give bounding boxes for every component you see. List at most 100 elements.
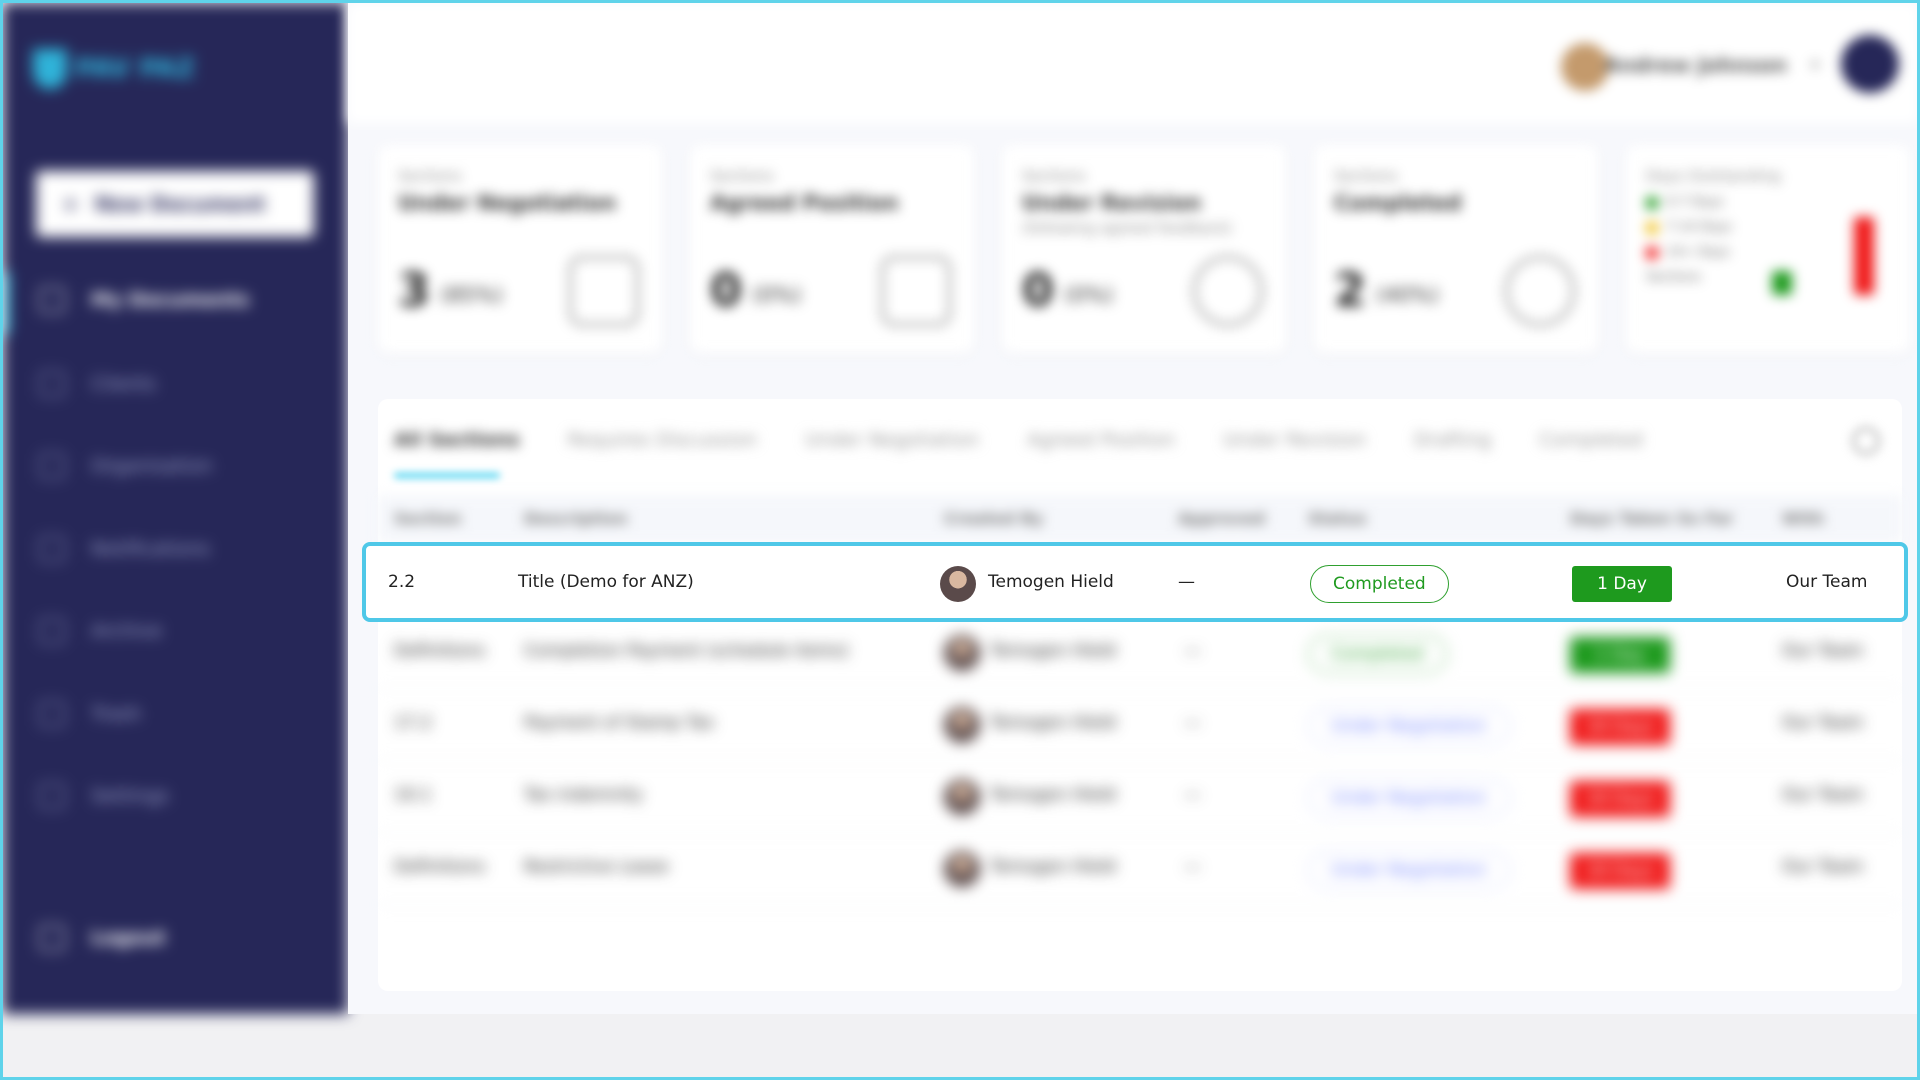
check-circle-icon xyxy=(1504,255,1576,327)
table-row[interactable]: Definitions Restrictive Lease Temogen Hi… xyxy=(378,833,1902,905)
card-title: Completed xyxy=(1334,191,1462,215)
column-header[interactable]: With xyxy=(1782,509,1824,528)
user-name[interactable]: Andrew Johnson xyxy=(1605,53,1787,77)
cell-approved: — xyxy=(1184,641,1201,661)
card-under-revision[interactable]: Sections Under Revision (following agree… xyxy=(1002,145,1286,353)
sidebar-item-my-documents[interactable]: My Documents xyxy=(39,287,249,313)
yellow-dot-icon xyxy=(1646,221,1658,234)
outstanding-title: Days Outstanding xyxy=(1646,167,1781,185)
table-header: Section Description Created By Approved … xyxy=(378,495,1902,543)
cell-approved: — xyxy=(1184,713,1201,733)
card-title: Under Negotiation xyxy=(398,191,617,215)
tab-completed[interactable]: Completed xyxy=(1539,429,1643,451)
user-icon xyxy=(39,371,65,397)
cell-created-by: Temogen Hield xyxy=(990,641,1116,661)
bar-green xyxy=(1772,271,1792,295)
active-tab-indicator xyxy=(394,473,500,478)
sidebar: PAV PAZ + New Document My Documents Clie… xyxy=(3,3,348,1014)
tab-agreed-position[interactable]: Agreed Position xyxy=(1027,429,1175,451)
card-completed[interactable]: Sections Completed 2 (40%) xyxy=(1314,145,1598,353)
cell-section: 10.1 xyxy=(394,785,432,805)
sidebar-item-archive[interactable]: Archive xyxy=(39,618,162,644)
bell-icon xyxy=(39,536,65,562)
cell-with: Our Team xyxy=(1782,641,1864,661)
card-title: Agreed Position xyxy=(710,191,899,215)
cell-section: Definitions xyxy=(394,641,486,661)
column-header[interactable]: Status xyxy=(1308,509,1367,528)
days-badge: 18 Days xyxy=(1570,709,1670,745)
plus-icon: + xyxy=(62,192,79,216)
sidebar-item-clients[interactable]: Clients xyxy=(39,371,156,397)
people-icon xyxy=(568,255,640,327)
table-row[interactable]: Definitions Completion Payment (schedule… xyxy=(378,617,1902,689)
days-badge: 18 Days xyxy=(1570,853,1670,889)
cell-description: Completion Payment (schedule items) xyxy=(524,641,849,661)
sidebar-item-label: Trash xyxy=(91,703,142,725)
card-label: Sections xyxy=(710,167,774,185)
new-document-label: New Document xyxy=(94,192,266,216)
table-row-highlighted[interactable]: 2.2 Title (Demo for ANZ) Temogen Hield —… xyxy=(362,542,1908,622)
cell-description: Title (Demo for ANZ) xyxy=(518,572,694,592)
sidebar-item-settings[interactable]: Settings xyxy=(39,783,169,809)
building-icon xyxy=(39,453,65,479)
column-header[interactable]: Section xyxy=(394,509,461,528)
green-dot-icon xyxy=(1646,196,1658,209)
sidebar-item-label: Organisation xyxy=(91,455,213,477)
search-icon[interactable] xyxy=(1852,427,1880,455)
avatar xyxy=(940,566,976,602)
sidebar-item-label: Archive xyxy=(91,620,163,642)
trash-icon xyxy=(39,701,65,727)
card-percent: (0%) xyxy=(1064,283,1114,307)
chevron-down-icon[interactable]: ▾ xyxy=(1811,55,1819,74)
legend-label: 14+ Days xyxy=(1666,245,1731,260)
summary-cards: Sections Under Negotiation 3 (85%) Secti… xyxy=(378,145,1910,353)
sidebar-item-label: Clients xyxy=(91,373,156,395)
avatar xyxy=(944,707,980,743)
brand-logo[interactable]: PAV PAZ xyxy=(33,49,195,89)
logo-mark-icon xyxy=(33,49,67,89)
bar-red xyxy=(1854,217,1874,295)
main-content: Andrew Johnson ▾ Sections Under Negotiat… xyxy=(348,3,1917,1014)
card-under-negotiation[interactable]: Sections Under Negotiation 3 (85%) xyxy=(378,145,662,353)
sidebar-item-notifications[interactable]: Notifications xyxy=(39,536,210,562)
days-badge: 1 Day xyxy=(1570,637,1670,673)
cell-approved: — xyxy=(1184,785,1201,805)
card-percent: (40%) xyxy=(1376,283,1440,307)
tab-drafting[interactable]: Drafting xyxy=(1414,429,1491,451)
sidebar-item-organisation[interactable]: Organisation xyxy=(39,453,212,479)
logout-button[interactable]: Logout xyxy=(39,925,165,951)
sidebar-item-label: My Documents xyxy=(91,289,250,311)
column-header[interactable]: Days Taken So Far xyxy=(1570,509,1734,528)
cell-created-by: Temogen Hield xyxy=(990,785,1116,805)
tab-under-negotiation[interactable]: Under Negotiation xyxy=(805,429,979,451)
cell-with: Our Team xyxy=(1782,713,1864,733)
table-row[interactable]: 17.2 Payment of Stamp Tax Temogen Hield … xyxy=(378,689,1902,761)
sections-panel: All Sections Requires Discussion Under N… xyxy=(378,399,1902,991)
cell-description: Tax indemnity xyxy=(524,785,643,805)
cell-created-by: Temogen Hield xyxy=(990,713,1116,733)
new-document-button[interactable]: + New Document xyxy=(36,171,314,237)
card-label: Sections xyxy=(1022,167,1086,185)
cell-with: Our Team xyxy=(1782,785,1864,805)
gear-icon xyxy=(39,783,65,809)
user-avatar[interactable] xyxy=(1561,43,1609,91)
app-window: PAV PAZ + New Document My Documents Clie… xyxy=(3,3,1917,1014)
status-badge: Completed xyxy=(1310,565,1449,603)
card-agreed-position[interactable]: Sections Agreed Position 0 (0%) xyxy=(690,145,974,353)
column-header[interactable]: Approved xyxy=(1178,509,1265,528)
target-icon xyxy=(1192,255,1264,327)
card-count: 2 xyxy=(1334,263,1367,317)
card-count: 0 xyxy=(710,263,743,317)
table-row[interactable]: 10.1 Tax indemnity Temogen Hield — Under… xyxy=(378,761,1902,833)
card-subtitle: (following agreed feedback) xyxy=(1022,219,1233,237)
tab-all-sections[interactable]: All Sections xyxy=(394,429,520,451)
cell-description: Payment of Stamp Tax xyxy=(524,713,715,733)
tab-under-revision[interactable]: Under Revision xyxy=(1223,429,1366,451)
days-badge: 18 Days xyxy=(1570,781,1670,817)
column-header[interactable]: Created By xyxy=(944,509,1043,528)
sidebar-item-trash[interactable]: Trash xyxy=(39,701,141,727)
archive-icon xyxy=(39,618,65,644)
profile-avatar[interactable] xyxy=(1841,35,1899,93)
column-header[interactable]: Description xyxy=(524,509,627,528)
tab-requires-discussion[interactable]: Requires Discussion xyxy=(568,429,757,451)
